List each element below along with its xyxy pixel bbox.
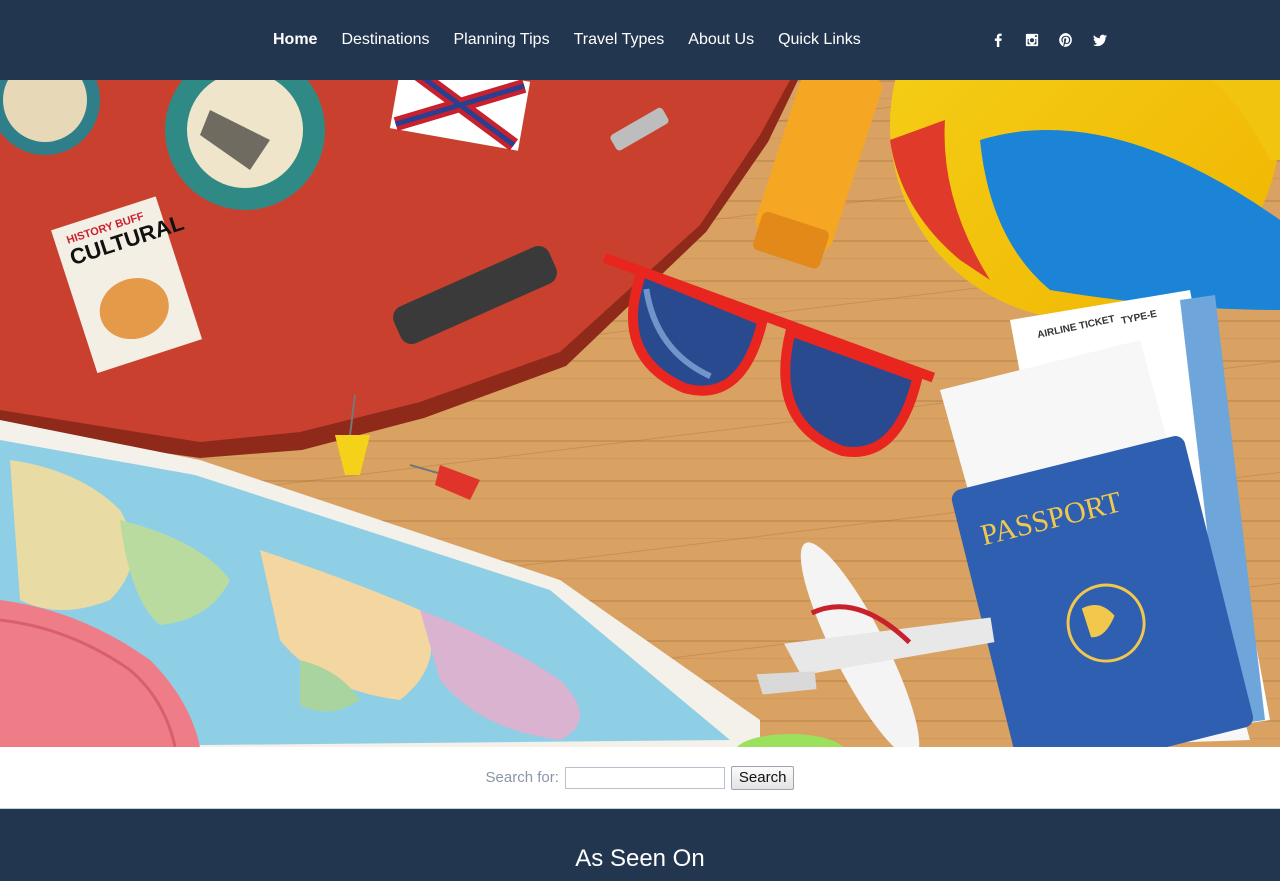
instagram-icon[interactable] bbox=[1024, 32, 1040, 48]
nav-travel-types[interactable]: Travel Types bbox=[562, 0, 677, 80]
nav-destinations[interactable]: Destinations bbox=[329, 0, 441, 80]
nav-home[interactable]: Home bbox=[261, 0, 329, 80]
as-seen-on-title: As Seen On bbox=[575, 845, 705, 872]
as-seen-on-section: As Seen On bbox=[0, 808, 1280, 881]
hero-image: CULTURAL HISTORY BUFF AIRLINE TICKET TYP… bbox=[0, 80, 1280, 747]
facebook-icon[interactable] bbox=[990, 32, 1006, 48]
hero-banner: CULTURAL HISTORY BUFF AIRLINE TICKET TYP… bbox=[0, 80, 1280, 747]
site-header: Home Destinations Planning Tips Travel T… bbox=[0, 0, 1280, 80]
nav-planning-tips[interactable]: Planning Tips bbox=[442, 0, 562, 80]
nav-about-us[interactable]: About Us bbox=[676, 0, 766, 80]
social-links bbox=[990, 0, 1108, 80]
twitter-icon[interactable] bbox=[1092, 32, 1108, 48]
pinterest-icon[interactable] bbox=[1058, 32, 1074, 48]
search-label: Search for: bbox=[485, 769, 559, 786]
search-input[interactable] bbox=[564, 766, 725, 789]
main-nav: Home Destinations Planning Tips Travel T… bbox=[261, 0, 873, 80]
nav-quick-links[interactable]: Quick Links bbox=[766, 0, 873, 80]
search-bar: Search for: Search bbox=[0, 747, 1280, 808]
search-button[interactable]: Search bbox=[730, 765, 795, 790]
